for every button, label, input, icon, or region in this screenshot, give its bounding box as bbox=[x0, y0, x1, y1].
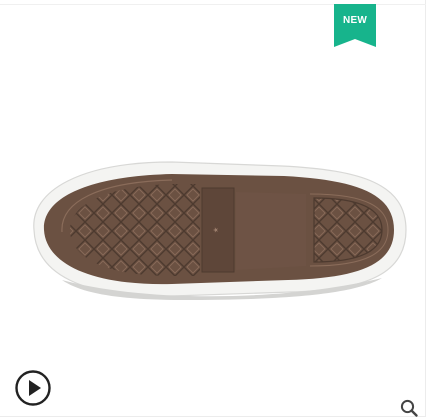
play-circle-icon bbox=[15, 370, 51, 406]
new-badge: NEW bbox=[334, 4, 376, 47]
magnifier-icon bbox=[400, 399, 418, 417]
zoom-button[interactable] bbox=[399, 398, 419, 417]
product-image-viewer: NEW ★ bbox=[0, 0, 426, 417]
play-video-button[interactable] bbox=[14, 369, 52, 407]
shoe-sole-image[interactable]: ★ bbox=[22, 150, 412, 310]
new-badge-label: NEW bbox=[343, 15, 367, 26]
arch-area bbox=[236, 192, 306, 270]
sole-logo-mark: ★ bbox=[212, 227, 220, 233]
